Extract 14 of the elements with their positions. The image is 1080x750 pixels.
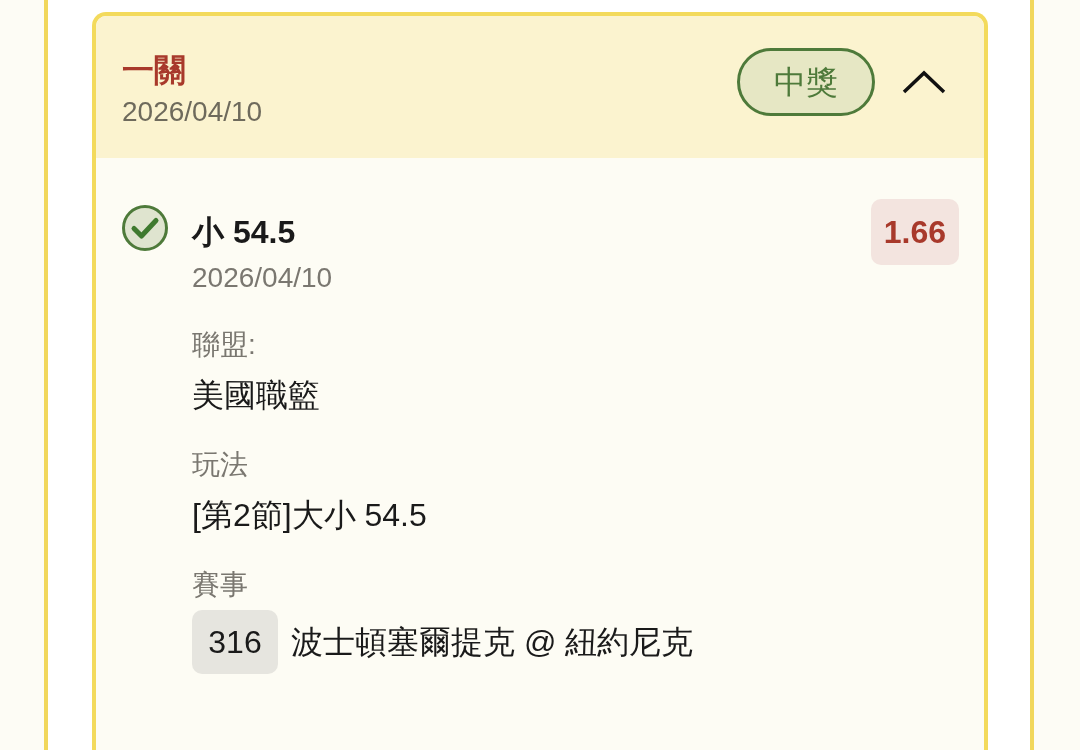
field-value: 美國職籃 xyxy=(192,376,320,415)
field-label: 賽事 xyxy=(192,568,248,602)
match-name: 波士頓塞爾提克 @ 紐約尼克 xyxy=(291,623,694,662)
card-date: 2026/04/10 xyxy=(122,95,263,129)
chevron-up-icon[interactable] xyxy=(902,70,946,94)
field-value: [第2節]大小 54.5 xyxy=(192,496,427,535)
selection-pick: 小 54.5 xyxy=(192,213,296,252)
event-number: 316 xyxy=(192,610,278,674)
status-badge: 中獎 xyxy=(737,48,875,116)
odds-badge: 1.66 xyxy=(870,199,959,265)
selection-date: 2026/04/10 xyxy=(192,261,333,295)
field-label: 聯盟: xyxy=(192,328,256,362)
field-label: 玩法 xyxy=(192,448,248,482)
card-title: 一關 xyxy=(122,51,186,90)
